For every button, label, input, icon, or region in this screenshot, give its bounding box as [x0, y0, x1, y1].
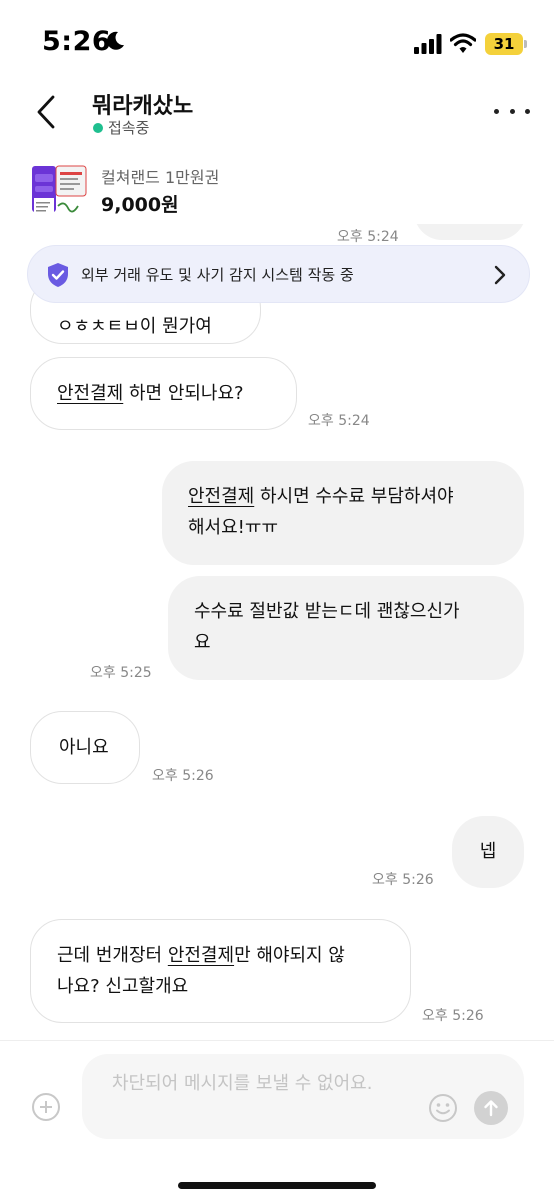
- message-text: 해서요!ㅠㅠ: [188, 517, 279, 538]
- message-text: 수수료 절반값 받는ㄷ데 괜찮으신가: [194, 601, 460, 622]
- back-button[interactable]: [28, 92, 64, 132]
- message-text: 만 해야되지 않: [234, 945, 345, 966]
- message-text: ㅇㅎㅊㅌㅂ이 뭔가여: [57, 316, 212, 337]
- gift-card-image: [32, 162, 88, 218]
- message-text: 요: [194, 632, 211, 653]
- send-arrow-icon: [484, 1100, 498, 1117]
- message-text: 나요? 신고할개요: [57, 976, 189, 997]
- safe-payment-link[interactable]: 안전결제: [168, 945, 234, 966]
- back-arrow-icon: [37, 95, 55, 129]
- product-summary[interactable]: 컬쳐랜드 1만원권 9,000원: [0, 158, 554, 222]
- plus-icon[interactable]: [32, 1093, 60, 1121]
- shield-check-icon: [48, 263, 68, 287]
- moon-icon: [107, 31, 124, 50]
- message-line: 근데 번개장터 안전결제만 해야되지 않: [57, 940, 384, 971]
- chat-partner-name: 뭐라캐샀노: [92, 94, 194, 119]
- signal-icon: [414, 34, 442, 54]
- message-timestamp: 오후 5:24: [337, 229, 399, 245]
- message-timestamp: 오후 5:26: [372, 872, 434, 888]
- safe-payment-link[interactable]: 안전결제: [57, 383, 123, 404]
- chat-header: 뭐라캐샀노 접속중: [0, 88, 554, 150]
- message-timestamp: 오후 5:26: [152, 768, 214, 784]
- fraud-detection-banner[interactable]: 외부 거래 유도 및 사기 감지 시스템 작동 중: [27, 245, 530, 303]
- message-bubble-outgoing: 넵: [452, 816, 524, 888]
- message-input-field[interactable]: 차단되어 메시지를 보낼 수 없어요.: [82, 1054, 524, 1139]
- battery-nub: [524, 40, 527, 48]
- input-placeholder: 차단되어 메시지를 보낼 수 없어요.: [112, 1073, 373, 1094]
- battery-level: 31: [493, 35, 515, 53]
- more-icon-dot: [509, 108, 515, 114]
- status-time: 5:26: [42, 26, 112, 57]
- wifi-icon: [450, 33, 476, 53]
- chevron-right-icon: [494, 265, 506, 285]
- send-button[interactable]: [474, 1091, 508, 1125]
- message-timestamp: 오후 5:24: [308, 413, 370, 429]
- product-name: 컬쳐랜드 1만원권: [101, 168, 220, 187]
- home-indicator: [178, 1182, 376, 1189]
- status-bar: 5:26 31: [0, 0, 554, 88]
- message-text: 하면 안되나요?: [123, 383, 244, 404]
- message-bubble-incoming: 아니요: [30, 711, 140, 784]
- message-bubble-incoming: 근데 번개장터 안전결제만 해야되지 않 나요? 신고할개요: [30, 919, 411, 1023]
- product-price: 9,000원: [101, 194, 179, 216]
- banner-text: 외부 거래 유도 및 사기 감지 시스템 작동 중: [81, 266, 354, 284]
- message-text: 하시면 수수료 부담하셔야: [254, 486, 454, 507]
- online-status-text: 접속중: [108, 119, 150, 137]
- safe-payment-link[interactable]: 안전결제: [188, 486, 254, 507]
- battery-indicator: 31: [485, 33, 523, 55]
- message-bubble-incoming: 안전결제 하면 안되나요?: [30, 357, 297, 430]
- more-icon: [494, 108, 499, 114]
- message-text: 아니요: [59, 737, 109, 758]
- more-options-button[interactable]: [494, 106, 530, 116]
- message-bubble-outgoing: 수수료 절반값 받는ㄷ데 괜찮으신가 요: [168, 576, 524, 680]
- product-thumbnail: [32, 162, 88, 218]
- message-list[interactable]: 오후 5:24 ㅇㅎㅊㅌㅂ이 뭔가여 외부 거래 유도 및 사기 감지 시스템 …: [0, 224, 554, 1040]
- message-timestamp: 오후 5:26: [422, 1008, 484, 1024]
- message-line: 안전결제 하시면 수수료 부담하셔야: [188, 481, 498, 512]
- emoji-icon[interactable]: [428, 1093, 458, 1123]
- more-icon-dot: [525, 108, 530, 114]
- message-bubble-outgoing: 안전결제 하시면 수수료 부담하셔야 해서요!ㅠㅠ: [162, 461, 524, 565]
- message-input-bar: 차단되어 메시지를 보낼 수 없어요.: [0, 1040, 554, 1200]
- message-text: 근데 번개장터: [57, 945, 168, 966]
- online-status-dot: [93, 123, 103, 133]
- message-text: 넵: [479, 841, 497, 862]
- message-bubble-partial: [414, 224, 526, 240]
- message-timestamp: 오후 5:25: [90, 665, 152, 681]
